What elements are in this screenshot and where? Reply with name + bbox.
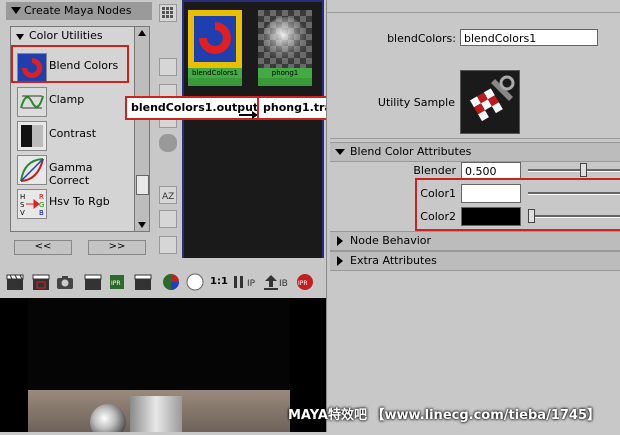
- blend-colors-node[interactable]: blendColors1: [188, 10, 242, 86]
- section-label: Blend Color Attributes: [350, 145, 472, 158]
- panel-splitter[interactable]: [0, 258, 326, 268]
- blend-colors-swatch-icon: [188, 10, 242, 68]
- category-label: Color Utilities: [29, 29, 103, 42]
- watermark-text: MAYA特效吧 【www.linecg.com/tieba/1745】: [288, 408, 601, 423]
- connection-source-label: blendColors1.output: [125, 96, 265, 120]
- ipr-refresh-icon[interactable]: IPR: [108, 273, 126, 291]
- blender-slider-knob[interactable]: [580, 163, 588, 177]
- node-item-label: Contrast: [49, 127, 97, 140]
- svg-text:G: G: [39, 201, 44, 209]
- node-item-label: Clamp: [49, 93, 85, 106]
- blend-colors-highlight: [11, 45, 129, 83]
- svg-text:H: H: [20, 193, 25, 201]
- category-header-color-utilities[interactable]: Color Utilities: [13, 29, 133, 44]
- scroll-down-arrow-icon[interactable]: [138, 222, 146, 228]
- hsv-to-rgb-icon: H S V R G B: [17, 189, 47, 219]
- node-item-clamp[interactable]: Clamp: [13, 85, 133, 117]
- node-item-gamma-correct[interactable]: Gamma Correct: [13, 153, 133, 187]
- clamp-icon: [17, 87, 47, 117]
- node-name-label: blendColors:: [387, 32, 456, 45]
- expand-triangle-icon: [337, 236, 343, 246]
- snapshot-camera-icon[interactable]: [56, 273, 74, 291]
- ipr-clapboard-icon[interactable]: [84, 273, 102, 291]
- node-name-label: blendColors1: [188, 68, 242, 78]
- render-viewport[interactable]: [0, 298, 326, 435]
- hypershade-work-area[interactable]: blendColors1 phong1: [182, 0, 324, 261]
- create-nodes-header[interactable]: Create Maya Nodes: [6, 2, 152, 20]
- color-rows-highlight: [415, 178, 620, 231]
- svg-text:R: R: [39, 193, 44, 201]
- node-item-contrast[interactable]: Contrast: [13, 119, 133, 151]
- svg-text:S: S: [20, 201, 25, 209]
- section-blend-color-attributes[interactable]: Blend Color Attributes: [330, 142, 620, 162]
- node-item-label: Hsv To Rgb: [49, 195, 110, 208]
- blender-field[interactable]: 0.500: [461, 162, 521, 179]
- node-list-scrollbar[interactable]: [134, 26, 150, 232]
- node-ports[interactable]: [258, 78, 312, 86]
- sort-time-icon[interactable]: [159, 236, 177, 254]
- expand-triangle-icon: [337, 256, 343, 266]
- node-item-hsv-to-rgb[interactable]: H S V R G B Hsv To Rgb: [13, 187, 133, 219]
- node-item-label: Gamma Correct: [49, 161, 93, 187]
- scroll-up-arrow-icon[interactable]: [138, 30, 146, 36]
- stop-ipr-icon[interactable]: IPR: [296, 273, 314, 291]
- section-label: Node Behavior: [350, 234, 432, 247]
- contrast-icon: [17, 121, 47, 151]
- sphere-swatch-icon[interactable]: [159, 134, 177, 152]
- svg-text:IB: IB: [279, 279, 288, 289]
- collapse-triangle-icon: [11, 7, 21, 14]
- node-name-label: phong1: [258, 68, 312, 78]
- graph-input-icon[interactable]: [159, 58, 177, 76]
- collapse-triangle-icon: [16, 34, 24, 40]
- phong-swatch-icon: [258, 10, 312, 68]
- prev-page-button[interactable]: <<: [14, 240, 72, 255]
- svg-text:B: B: [39, 209, 44, 217]
- svg-text:V: V: [20, 209, 25, 217]
- scrollbar-thumb[interactable]: [136, 175, 149, 195]
- svg-text:IP: IP: [247, 279, 256, 289]
- phong-node[interactable]: phong1: [258, 10, 312, 86]
- zoom-one-to-one-button[interactable]: 1:1: [210, 276, 228, 287]
- color-channels-icon[interactable]: [162, 273, 180, 291]
- render-region-icon[interactable]: [32, 273, 50, 291]
- section-label: Extra Attributes: [350, 254, 437, 267]
- sort-type-icon[interactable]: [159, 210, 177, 228]
- clapboard-icon[interactable]: [6, 273, 24, 291]
- alpha-channel-icon[interactable]: [186, 273, 204, 291]
- hypershade-tool-strip: AZ: [156, 0, 178, 257]
- expand-triangle-icon: [335, 149, 345, 155]
- create-nodes-title: Create Maya Nodes: [24, 4, 132, 17]
- attr-top-divider: [326, 12, 620, 13]
- section-extra-attributes[interactable]: Extra Attributes: [330, 251, 620, 271]
- node-ports[interactable]: [188, 78, 242, 86]
- utility-sample-label: Utility Sample: [377, 96, 455, 109]
- sort-az-icon[interactable]: AZ: [159, 186, 177, 204]
- render-view-toolbar: IPR 1:1 IP IB IPR: [0, 268, 326, 296]
- ib-icon[interactable]: IB: [278, 273, 296, 291]
- blender-label: Blender: [413, 164, 456, 177]
- attr-divider: [330, 138, 620, 139]
- render-settings-icon[interactable]: [134, 273, 152, 291]
- next-page-button[interactable]: >>: [88, 240, 146, 255]
- grid-view-icon[interactable]: [159, 4, 177, 22]
- ipr-icon-text: IPR: [111, 280, 121, 287]
- svg-text:AZ: AZ: [162, 192, 174, 202]
- section-node-behavior[interactable]: Node Behavior: [330, 231, 620, 251]
- utility-sample-swatch-icon: [460, 70, 520, 134]
- blender-slider[interactable]: [528, 169, 620, 172]
- node-name-field[interactable]: blendColors1: [460, 29, 598, 46]
- stop-ipr-icon-text: IPR: [298, 280, 308, 287]
- gamma-correct-icon: [17, 155, 47, 185]
